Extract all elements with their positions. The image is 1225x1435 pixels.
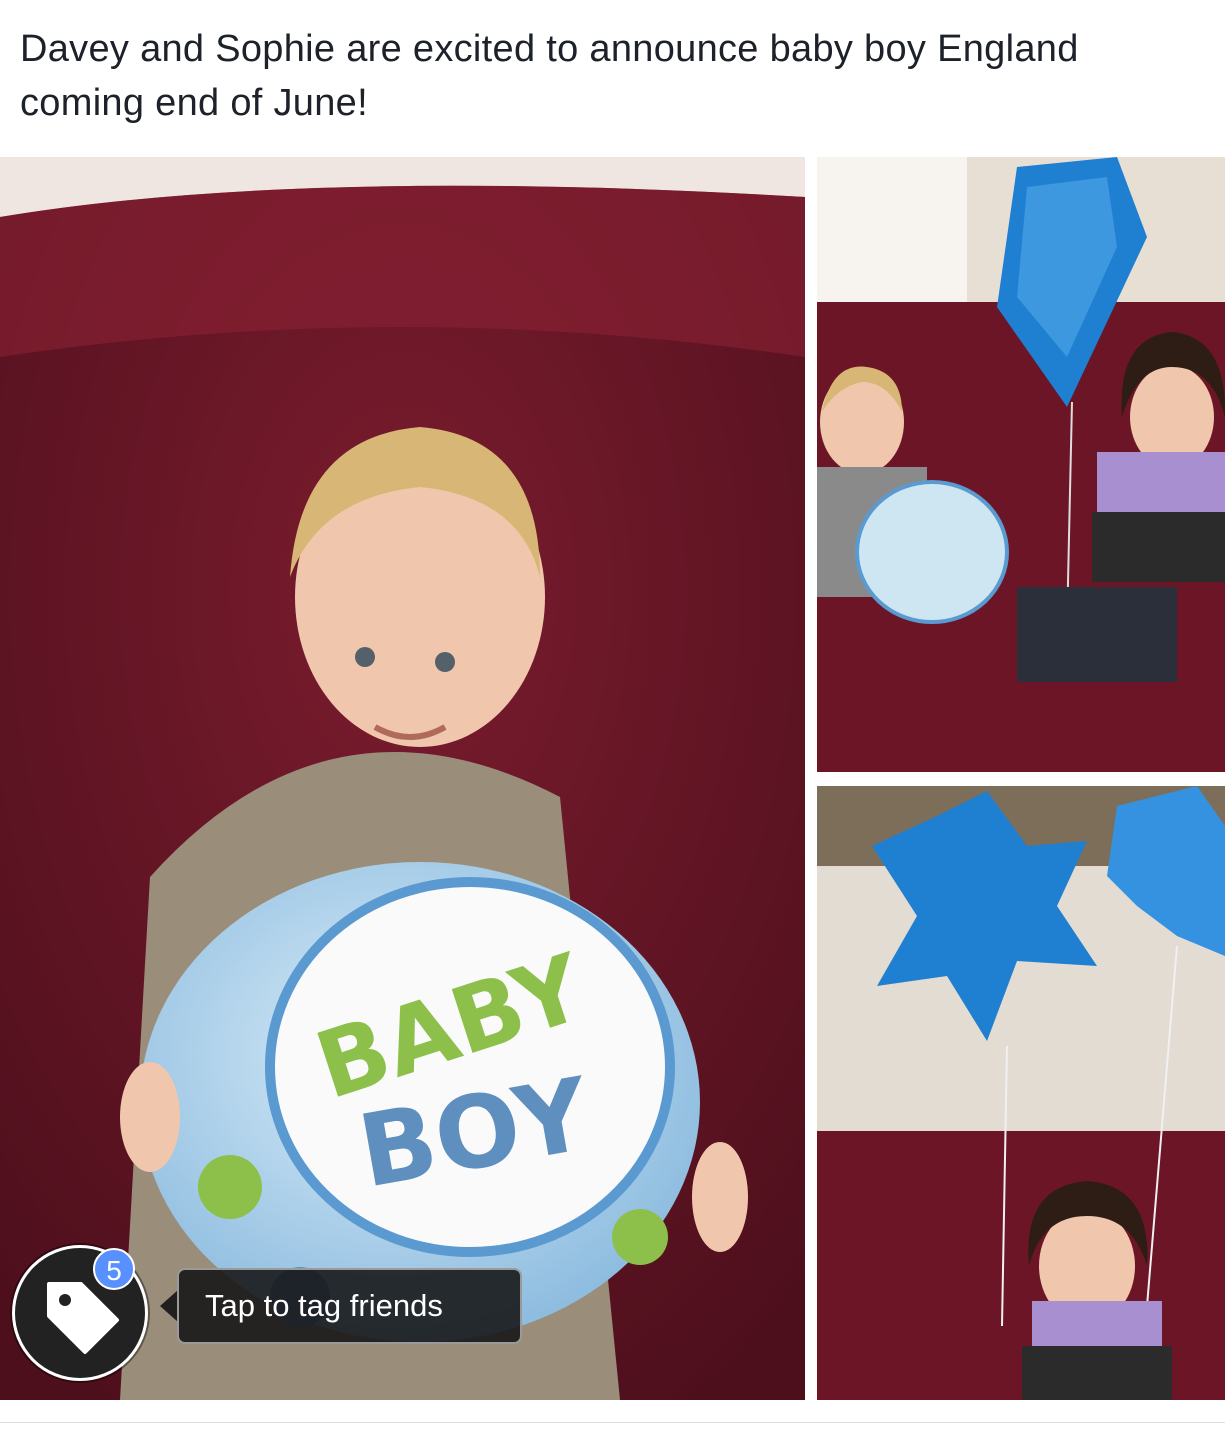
photo-boy-with-balloon[interactable]: BABY BOY [0,157,805,1400]
tooltip-arrow [160,1290,178,1322]
photo-kids-on-couch[interactable] [817,157,1225,772]
tag-icon [47,1282,119,1354]
post-caption: Davey and Sophie are excited to announce… [20,28,1079,124]
post-divider [0,1422,1225,1423]
tag-count-badge: 5 [93,1248,135,1290]
tag-friends-tooltip[interactable]: Tap to tag friends [177,1268,522,1344]
photo-girl-with-star-balloons[interactable] [817,786,1225,1400]
